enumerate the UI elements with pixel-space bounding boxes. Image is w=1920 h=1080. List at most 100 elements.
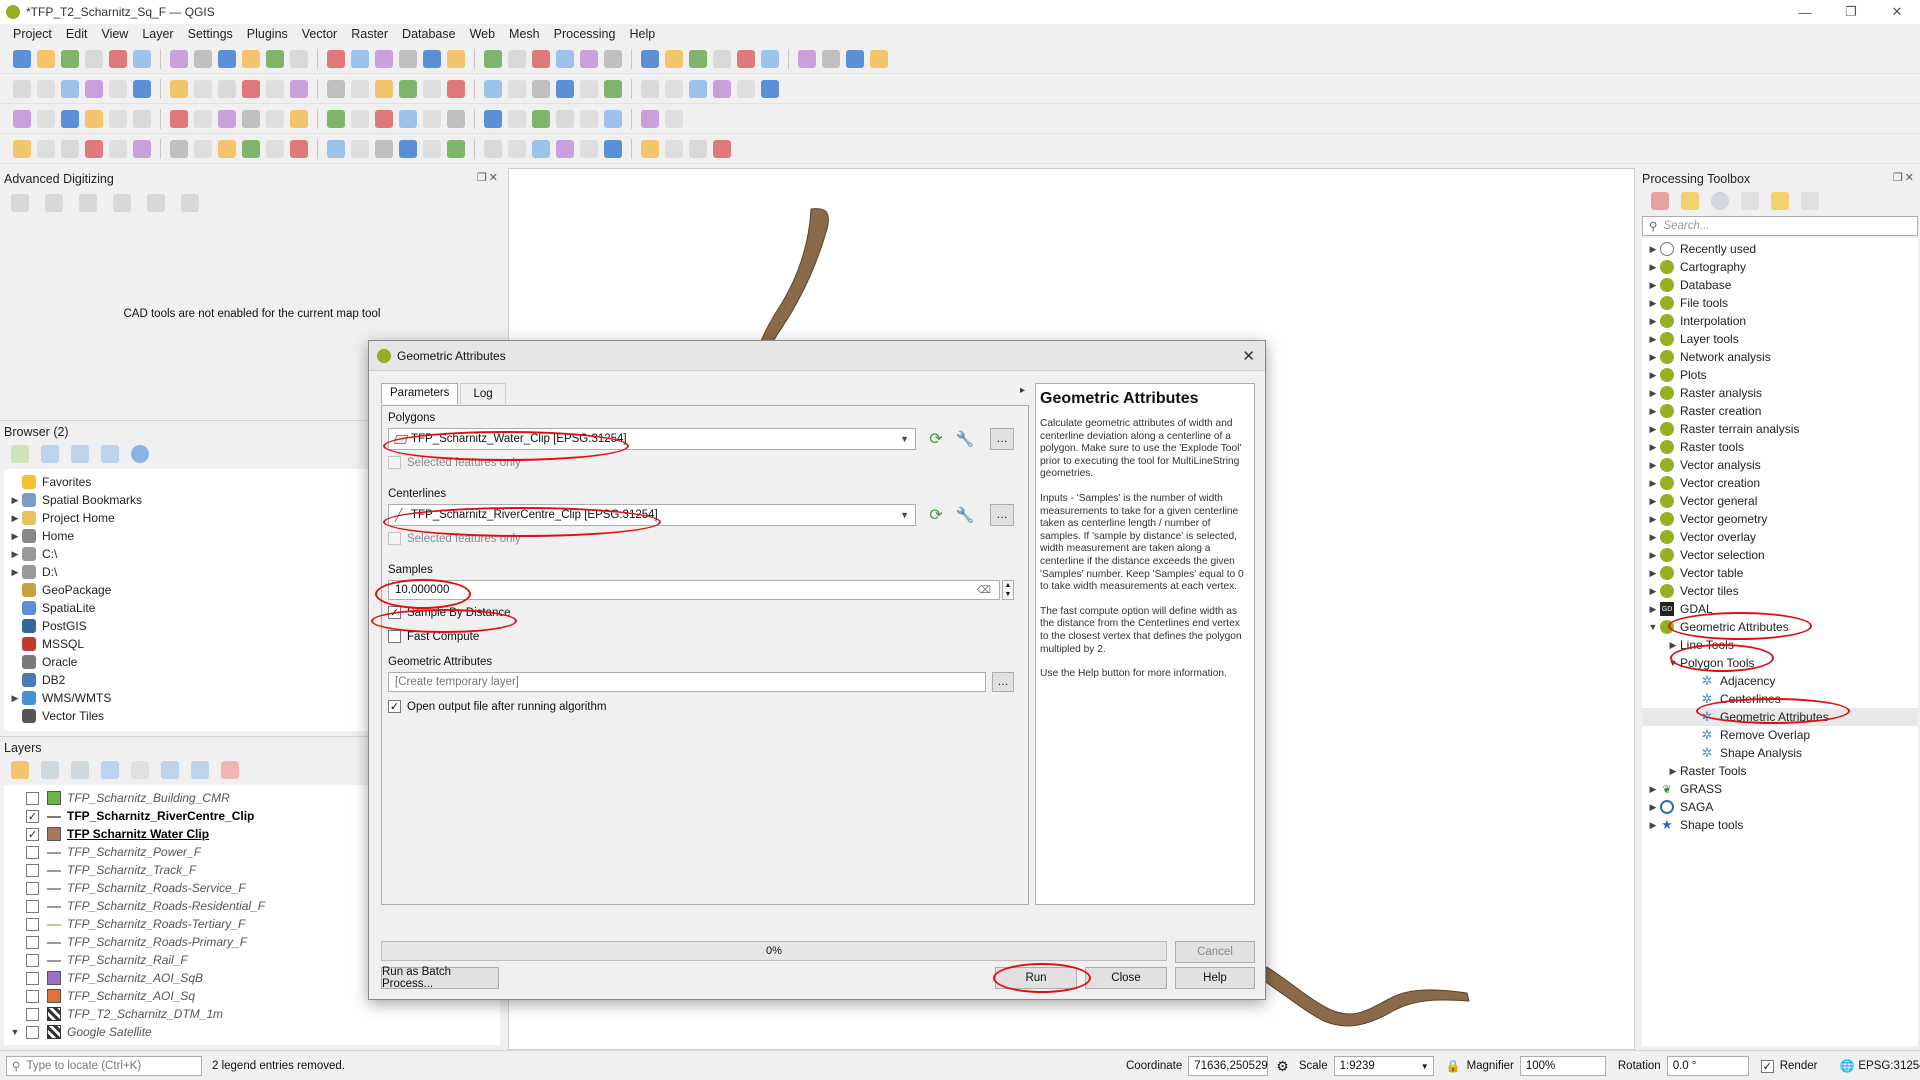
expand-arrow-icon[interactable]: ▶ bbox=[1646, 568, 1660, 579]
toolbox-item[interactable]: ▶ Vector general bbox=[1642, 492, 1918, 510]
toolbar-tool-icon[interactable] bbox=[375, 49, 393, 68]
toolbar-tool-icon[interactable] bbox=[242, 139, 260, 158]
render-checkbox[interactable]: ✓ bbox=[1760, 1059, 1774, 1073]
toolbar-tool-icon[interactable] bbox=[61, 79, 79, 98]
add-group-icon[interactable] bbox=[41, 761, 59, 779]
expand-arrow-icon[interactable]: ▶ bbox=[1646, 334, 1660, 345]
toolbox-item[interactable]: ▶ Vector creation bbox=[1642, 474, 1918, 492]
toolbar-tool-icon[interactable] bbox=[109, 139, 127, 158]
toolbar-tool-icon[interactable] bbox=[290, 49, 308, 68]
expand-arrow-icon[interactable]: ▼ bbox=[1646, 622, 1660, 632]
toolbar-tool-icon[interactable] bbox=[665, 79, 683, 98]
toolbar-tool-icon[interactable] bbox=[61, 109, 79, 128]
polygons-browse-button[interactable]: … bbox=[990, 428, 1014, 450]
expand-all-icon[interactable] bbox=[161, 761, 179, 779]
layer-visibility-checkbox[interactable] bbox=[26, 845, 39, 859]
layer-visibility-checkbox[interactable] bbox=[26, 935, 39, 949]
layer-visibility-checkbox[interactable] bbox=[26, 863, 39, 877]
toolbox-item[interactable]: ▶ GD GDAL bbox=[1642, 600, 1918, 618]
toolbar-tool-icon[interactable] bbox=[133, 79, 151, 98]
expand-arrow-icon[interactable]: ▶ bbox=[1646, 514, 1660, 525]
toolbox-item[interactable]: ▶ Layer tools bbox=[1642, 330, 1918, 348]
polygons-combo[interactable]: TFP_Scharnitz_Water_Clip [EPSG:31254] ▼ bbox=[388, 428, 916, 450]
toolbar-tool-icon[interactable] bbox=[37, 49, 55, 68]
expand-arrow-icon[interactable]: ▶ bbox=[1666, 640, 1680, 651]
filter-icon[interactable] bbox=[71, 445, 89, 463]
toolbox-item[interactable]: ▶ Plots bbox=[1642, 366, 1918, 384]
toolbar-tool-icon[interactable] bbox=[423, 49, 441, 68]
expand-arrow-icon[interactable]: ▶ bbox=[8, 495, 22, 506]
toolbar-tool-icon[interactable] bbox=[194, 79, 212, 98]
clear-value-icon[interactable]: ⌫ bbox=[977, 585, 991, 596]
scripts-icon[interactable] bbox=[1681, 192, 1699, 210]
toolbar-tool-icon[interactable] bbox=[13, 139, 31, 158]
toolbar-tool-icon[interactable] bbox=[242, 109, 260, 128]
fast-compute-checkbox[interactable] bbox=[388, 630, 401, 643]
collapse-all-layers-icon[interactable] bbox=[191, 761, 209, 779]
expand-arrow-icon[interactable]: ▶ bbox=[1646, 370, 1660, 381]
expand-arrow-icon[interactable]: ▶ bbox=[1646, 244, 1660, 255]
layer-visibility-checkbox[interactable] bbox=[26, 917, 39, 931]
models-icon[interactable] bbox=[1651, 192, 1669, 210]
menu-raster[interactable]: Raster bbox=[344, 27, 395, 41]
toolbar-tool-icon[interactable] bbox=[266, 109, 284, 128]
toolbox-item[interactable]: ▶ Vector overlay bbox=[1642, 528, 1918, 546]
toolbar-tool-icon[interactable] bbox=[266, 79, 284, 98]
toolbar-tool-icon[interactable] bbox=[665, 139, 683, 158]
toolbar-tool-icon[interactable] bbox=[375, 79, 393, 98]
toolbox-item[interactable]: ✲ Shape Analysis bbox=[1642, 744, 1918, 762]
coordinate-input[interactable]: 71636,250529 bbox=[1188, 1056, 1269, 1076]
locator-input[interactable]: ⚲ Type to locate (Ctrl+K) bbox=[6, 1055, 202, 1076]
toolbar-tool-icon[interactable] bbox=[170, 109, 188, 128]
expand-arrow-icon[interactable]: ▶ bbox=[1646, 388, 1660, 399]
scale-combo[interactable]: 1:9239 ▼ bbox=[1333, 1056, 1434, 1076]
style-layer-icon[interactable] bbox=[11, 761, 29, 779]
expand-arrow-icon[interactable]: ▶ bbox=[1646, 406, 1660, 417]
edit-features-in-place-icon[interactable] bbox=[1771, 192, 1789, 210]
toolbar-tool-icon[interactable] bbox=[689, 49, 707, 68]
toolbar-tool-icon[interactable] bbox=[580, 139, 598, 158]
toolbar-tool-icon[interactable] bbox=[351, 79, 369, 98]
toolbar-tool-icon[interactable] bbox=[85, 139, 103, 158]
toolbar-tool-icon[interactable] bbox=[556, 109, 574, 128]
toolbar-tool-icon[interactable] bbox=[532, 109, 550, 128]
expand-arrow-icon[interactable]: ▶ bbox=[1646, 532, 1660, 543]
expand-arrow-icon[interactable]: ▶ bbox=[1646, 352, 1660, 363]
run-button[interactable]: Run bbox=[995, 967, 1077, 989]
layer-visibility-checkbox[interactable] bbox=[26, 971, 39, 985]
menu-mesh[interactable]: Mesh bbox=[502, 27, 547, 41]
cancel-button[interactable]: Cancel bbox=[1175, 941, 1255, 963]
toolbar-tool-icon[interactable] bbox=[218, 79, 236, 98]
toolbox-item[interactable]: ▶ Raster analysis bbox=[1642, 384, 1918, 402]
expand-arrow-icon[interactable]: ▶ bbox=[8, 531, 22, 542]
toolbar-tool-icon[interactable] bbox=[194, 109, 212, 128]
toolbox-item[interactable]: ▶ Vector table bbox=[1642, 564, 1918, 582]
magnifier-input[interactable]: 100% bbox=[1519, 1056, 1606, 1076]
options-icon[interactable] bbox=[1801, 192, 1819, 210]
toolbar-tool-icon[interactable] bbox=[290, 139, 308, 158]
tab-parameters[interactable]: Parameters bbox=[381, 383, 459, 404]
toolbar-tool-icon[interactable] bbox=[556, 49, 574, 68]
toolbar-tool-icon[interactable] bbox=[399, 139, 417, 158]
toolbar-tool-icon[interactable] bbox=[133, 109, 151, 128]
samples-spinner[interactable]: ▲ ▼ bbox=[1002, 580, 1014, 600]
toolbox-item[interactable]: ▶ Line Tools bbox=[1642, 636, 1918, 654]
toolbar-tool-icon[interactable] bbox=[399, 79, 417, 98]
rotation-input[interactable]: 0.0 ° bbox=[1666, 1056, 1749, 1076]
expand-arrow-icon[interactable]: ▶ bbox=[8, 693, 22, 704]
toolbox-item[interactable]: ▶ Vector tiles bbox=[1642, 582, 1918, 600]
toolbar-tool-icon[interactable] bbox=[85, 49, 103, 68]
help-button[interactable]: Help bbox=[1175, 967, 1255, 989]
toolbox-item[interactable]: ▶ ★ Shape tools bbox=[1642, 816, 1918, 834]
toolbar-tool-icon[interactable] bbox=[665, 49, 683, 68]
toolbar-tool-icon[interactable] bbox=[447, 79, 465, 98]
toolbox-item[interactable]: ▶ ❦ GRASS bbox=[1642, 780, 1918, 798]
expand-arrow-icon[interactable]: ▶ bbox=[8, 549, 22, 560]
toolbar-tool-icon[interactable] bbox=[580, 49, 598, 68]
toolbar-tool-icon[interactable] bbox=[604, 109, 622, 128]
refresh-icon[interactable] bbox=[41, 445, 59, 463]
layer-visibility-checkbox[interactable] bbox=[26, 1025, 39, 1039]
menu-view[interactable]: View bbox=[94, 27, 135, 41]
toolbox-item[interactable]: ▶ File tools bbox=[1642, 294, 1918, 312]
menu-plugins[interactable]: Plugins bbox=[240, 27, 295, 41]
